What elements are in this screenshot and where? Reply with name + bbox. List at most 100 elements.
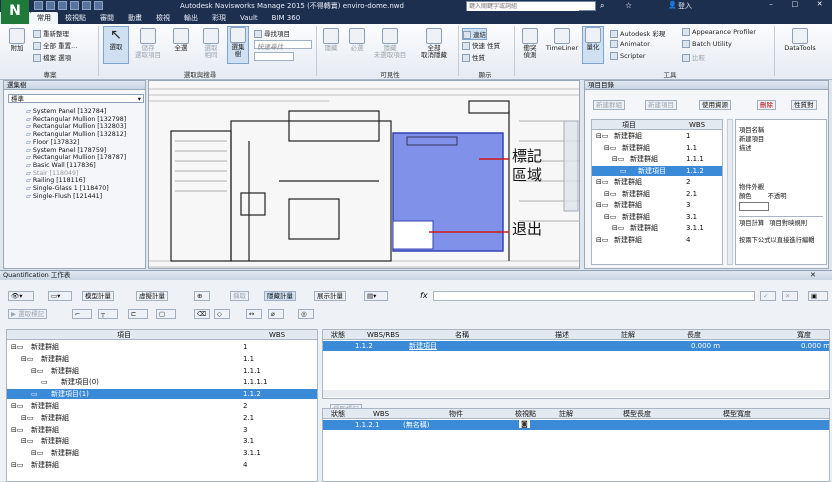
new-group-button[interactable]: 新建群組: [593, 100, 625, 110]
hide-button[interactable]: 隱藏: [320, 28, 342, 52]
catalog-row[interactable]: ⊟▭ 新建群組 1.1: [592, 143, 722, 153]
line-icon[interactable]: ┬: [98, 309, 118, 319]
catalog-row[interactable]: ⊟▭ 新建群組 1: [592, 131, 722, 141]
datatools-button[interactable]: DataTools: [778, 28, 822, 52]
timeliner-button[interactable]: TimeLiner: [544, 28, 580, 52]
batch-utility-button[interactable]: Batch Utility: [682, 40, 732, 48]
tab-item-calc[interactable]: 項目計算: [739, 220, 764, 227]
find-items-button[interactable]: 尋找項目: [254, 28, 290, 38]
selection-tree-item[interactable]: ▱ Floor [137832]: [8, 139, 144, 147]
catalog-row[interactable]: ⊟▭ 新建群組 2: [592, 177, 722, 187]
virtual-takeoff-button[interactable]: 虛擬計量: [136, 291, 168, 301]
object-column-header[interactable]: WBS: [373, 409, 389, 419]
select-same-button[interactable]: 選取 相同: [198, 28, 224, 59]
selection-tree-item[interactable]: ▱ Single-Flush [121441]: [8, 193, 144, 201]
quant-tree-row[interactable]: ▭ 新建項目(1) 1.1.2: [7, 389, 317, 400]
snap-icon[interactable]: ◎: [298, 309, 314, 319]
takeoff-column-header[interactable]: 註解: [621, 330, 635, 340]
quant-tree-row[interactable]: ⊟▭ 新建群組 1.1: [7, 354, 317, 364]
catalog-row[interactable]: ⊟▭ 新建群組 1.1.1: [592, 154, 722, 164]
quant-tree-row[interactable]: ⊟▭ 新建群組 1.1.1: [7, 366, 317, 376]
user-icon[interactable]: 👤: [668, 1, 677, 9]
tree-mode-select[interactable]: 標準 ▾: [8, 94, 144, 103]
save-icon[interactable]: [46, 1, 55, 10]
catalog-row[interactable]: ⊟▭ 新建群組 3.1.1: [592, 223, 722, 233]
clear-icon[interactable]: ⌀: [268, 309, 284, 319]
quant-tree-row[interactable]: ⊟▭ 新建群組 2.1: [7, 413, 317, 423]
polyline-icon[interactable]: ⌐: [72, 309, 92, 319]
cancel-icon[interactable]: ✕: [782, 291, 798, 301]
catalog-row[interactable]: ⊟▭ 新建群組 2.1: [592, 189, 722, 199]
select-icon[interactable]: [94, 1, 103, 10]
maximize-icon[interactable]: □: [791, 0, 798, 12]
camera-icon[interactable]: ◙: [519, 420, 530, 428]
properties-button[interactable]: 性質: [462, 52, 485, 62]
takeoff-column-header[interactable]: 描述: [555, 330, 569, 340]
tab-vault[interactable]: Vault: [233, 12, 265, 24]
accept-icon[interactable]: ✓: [760, 291, 776, 301]
transparency-value[interactable]: 不透明: [768, 193, 787, 200]
unhide-all-button[interactable]: 全部 取消隱藏: [416, 28, 452, 59]
app-logo-icon[interactable]: N: [1, 0, 29, 24]
search-input[interactable]: [467, 2, 579, 11]
takeoff-row[interactable]: 1.1.2 新建項目 0.000 m 0.000 m: [323, 341, 829, 351]
takeoff-column-header[interactable]: 狀態: [331, 330, 345, 340]
quick-find-dropdown[interactable]: [254, 52, 294, 61]
tab-review[interactable]: 審閱: [93, 12, 121, 24]
catalog-row[interactable]: ⊟▭ 新建群組 3: [592, 200, 722, 210]
count-icon[interactable]: ◇: [214, 309, 230, 319]
quant-tree-row[interactable]: ⊟▭ 新建群組 2: [7, 401, 317, 411]
catalog-row[interactable]: ▭ 新建項目 1.1.2: [592, 165, 722, 176]
search-icon[interactable]: ⌕: [600, 1, 604, 11]
model-takeoff-button[interactable]: 模型計量: [82, 291, 114, 301]
object-column-header[interactable]: 模型長度: [623, 409, 651, 419]
quick-properties-button[interactable]: 快速 性質: [462, 40, 500, 50]
tab-home[interactable]: 常用: [30, 12, 58, 24]
takeoff-column-header[interactable]: WBS/RBS: [367, 330, 399, 340]
selection-tree-item[interactable]: ▱ Rectangular Mullion [132798]: [8, 116, 144, 124]
quant-tree-row[interactable]: ⊟▭ 新建群組 3.1: [7, 436, 317, 446]
select-markup-button[interactable]: ▶ 選取標記: [8, 309, 48, 319]
add-icon[interactable]: ⊕: [194, 291, 210, 301]
takeoff-column-header[interactable]: 長度: [687, 330, 701, 340]
takeoff-column-header[interactable]: 寬度: [797, 330, 811, 340]
new-item-button[interactable]: 新建項目: [645, 100, 677, 110]
formula-input[interactable]: [433, 291, 755, 301]
quant-tree-row[interactable]: ⊟▭ 新建群組 3.1.1: [7, 448, 317, 458]
color-swatch[interactable]: [739, 202, 769, 211]
tab-item-mapping[interactable]: 項目對映規則: [769, 220, 807, 227]
object-column-header[interactable]: 註解: [559, 409, 573, 419]
model-viewport[interactable]: 標記 區域 退出: [148, 80, 580, 269]
item-name-value[interactable]: 新建項目: [739, 134, 823, 143]
save-selection-button[interactable]: 儲存 選取項目: [133, 28, 163, 59]
quant-tree-row[interactable]: ⊟▭ 新建群組 4: [7, 460, 317, 470]
extract-button[interactable]: 擷取: [230, 291, 249, 301]
quant-tree-row[interactable]: ▭ 新建項目(0) 1.1.1.1: [7, 377, 317, 387]
catalog-row[interactable]: ⊟▭ 新建群組 3.1: [592, 212, 722, 222]
quick-find-input[interactable]: 快速尋找: [254, 40, 312, 51]
animator-button[interactable]: Animator: [610, 40, 650, 48]
require-button[interactable]: 必選: [346, 28, 368, 52]
minimize-icon[interactable]: –: [769, 0, 773, 12]
select-all-button[interactable]: 全選: [168, 28, 194, 52]
selection-tree-button[interactable]: 選集 樹: [227, 26, 249, 64]
view-menu-button[interactable]: 👁▾: [8, 291, 34, 301]
file-options-button[interactable]: 檔案 選項: [33, 52, 71, 62]
object-column-header[interactable]: 檢視點: [515, 409, 536, 419]
compare-button[interactable]: 比較: [682, 52, 705, 62]
selection-tree-item[interactable]: ▱ Rectangular Mullion [178787]: [8, 154, 144, 162]
show-takeoff-button[interactable]: 展示計量: [314, 291, 346, 301]
sign-in-label[interactable]: 登入: [678, 1, 692, 11]
search-box[interactable]: [466, 1, 596, 11]
tab-viewpoint[interactable]: 檢視點: [58, 12, 93, 24]
panel-close-icon[interactable]: ✕: [810, 271, 816, 279]
tab-animation[interactable]: 動畫: [121, 12, 149, 24]
tab-output[interactable]: 輸出: [177, 12, 205, 24]
split-icon[interactable]: ↔: [246, 309, 262, 319]
hide-unselected-button[interactable]: 隱藏 未選取項目: [370, 28, 410, 59]
area-icon[interactable]: ⊏: [128, 309, 148, 319]
undo-icon[interactable]: [70, 1, 79, 10]
refresh-button[interactable]: 重新整理: [33, 28, 69, 38]
select-button[interactable]: ↖ 選取: [103, 26, 129, 64]
autodesk-rendering-button[interactable]: Autodesk 彩現: [610, 28, 665, 38]
